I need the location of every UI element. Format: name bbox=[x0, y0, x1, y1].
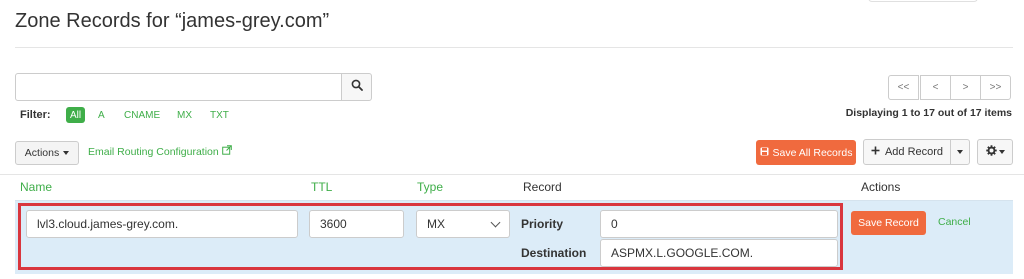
top-tab-edge bbox=[868, 0, 978, 2]
pager-first-button[interactable]: << bbox=[888, 75, 919, 100]
add-record-dropdown-toggle[interactable] bbox=[950, 139, 970, 165]
email-routing-link[interactable]: Email Routing Configuration bbox=[88, 145, 232, 158]
search-input[interactable] bbox=[15, 73, 342, 101]
pager-prev-button[interactable]: < bbox=[920, 75, 951, 100]
displaying-count: Displaying 1 to 17 out of 17 items bbox=[845, 107, 1012, 119]
caret-down-icon bbox=[957, 150, 963, 154]
filter-cname[interactable]: CNAME bbox=[124, 110, 160, 121]
pager-last-button[interactable]: >> bbox=[980, 75, 1011, 100]
settings-dropdown[interactable] bbox=[977, 139, 1013, 165]
column-header-actions: Actions bbox=[861, 180, 901, 194]
filter-a[interactable]: A bbox=[98, 110, 105, 121]
save-icon bbox=[760, 147, 769, 159]
caret-down-icon bbox=[998, 150, 1005, 154]
save-all-label: Save All Records bbox=[772, 146, 853, 159]
email-routing-label: Email Routing Configuration bbox=[88, 145, 219, 158]
page-title: Zone Records for “james-grey.com” bbox=[15, 10, 330, 32]
plus-icon bbox=[871, 146, 880, 158]
gear-icon bbox=[985, 143, 997, 161]
filter-label: Filter: bbox=[20, 109, 51, 121]
column-header-type[interactable]: Type bbox=[417, 180, 443, 194]
actions-dropdown[interactable]: Actions bbox=[15, 141, 79, 165]
add-record-label: Add Record bbox=[884, 146, 944, 158]
filter-mx[interactable]: MX bbox=[177, 110, 192, 121]
column-header-name[interactable]: Name bbox=[20, 180, 52, 194]
filter-all[interactable]: All bbox=[66, 107, 86, 123]
column-header-record: Record bbox=[523, 180, 562, 194]
add-record-button[interactable]: Add Record bbox=[863, 139, 951, 165]
save-record-button[interactable]: Save Record bbox=[851, 211, 926, 235]
external-link-icon bbox=[221, 145, 232, 158]
column-header-ttl[interactable]: TTL bbox=[311, 180, 332, 194]
title-divider bbox=[15, 47, 1013, 48]
filter-txt[interactable]: TXT bbox=[210, 110, 229, 121]
annotation-highlight-box bbox=[18, 203, 843, 270]
search-icon bbox=[351, 78, 363, 96]
cancel-link[interactable]: Cancel bbox=[938, 216, 971, 228]
search-button[interactable] bbox=[341, 73, 372, 101]
actions-label: Actions bbox=[24, 147, 60, 159]
save-all-records-button[interactable]: Save All Records bbox=[756, 140, 856, 165]
pager-next-button[interactable]: > bbox=[950, 75, 981, 100]
caret-down-icon bbox=[63, 151, 70, 155]
